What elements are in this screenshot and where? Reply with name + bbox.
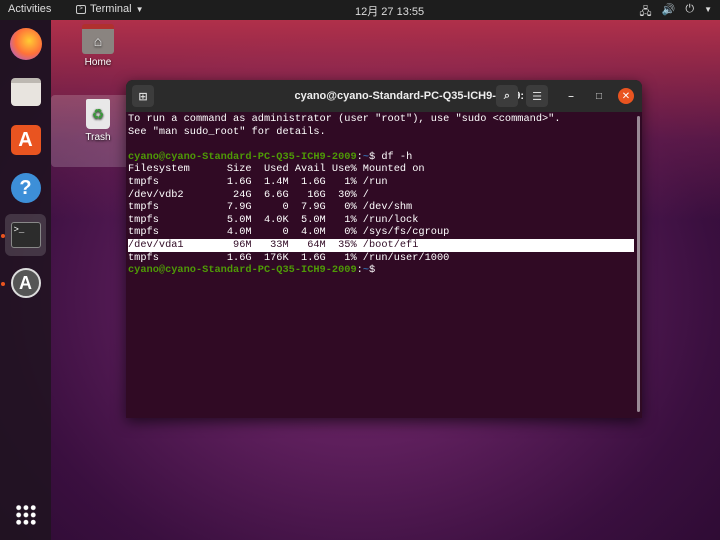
- activities-button[interactable]: Activities: [8, 3, 51, 15]
- clock[interactable]: 12月 27 13:55: [355, 3, 424, 19]
- software-icon: A: [10, 125, 41, 155]
- terminal-output[interactable]: To run a command as administrator (user …: [128, 113, 634, 277]
- show-applications-button[interactable]: [5, 494, 46, 536]
- terminal-icon: >: [76, 4, 86, 14]
- prompt-user: cyano@cyano-Standard-PC-Q35-ICH9-2009: [128, 264, 357, 277]
- table-row: /dev/vdb2 24G 6.6G 16G 30% /: [128, 188, 369, 201]
- table-row: tmpfs 4.0M 0 4.0M 0% /sys/fs/cgroup: [128, 226, 450, 239]
- prompt-dollar: $: [369, 264, 382, 277]
- app-grid-icon: [14, 504, 37, 526]
- files-icon: [10, 78, 41, 106]
- desktop-home-label: Home: [84, 57, 112, 68]
- maximize-button[interactable]: □: [591, 88, 607, 104]
- table-row: tmpfs 5.0M 4.0K 5.0M 1% /run/lock: [128, 213, 419, 226]
- prompt-line: cyano@cyano-Standard-PC-Q35-ICH9-2009:~$…: [128, 151, 634, 164]
- help-icon: ?: [10, 173, 41, 203]
- dock-software-updater[interactable]: A: [5, 262, 46, 304]
- app-menu-label: Terminal: [90, 3, 132, 15]
- title-bar[interactable]: ⊞ cyano@cyano-Standard-PC-Q35-ICH9-2009:…: [126, 80, 642, 112]
- output-line: To run a command as administrator (user …: [128, 113, 561, 125]
- minimize-button[interactable]: –: [563, 88, 579, 104]
- table-row: tmpfs 1.6G 176K 1.6G 1% /run/user/1000: [128, 251, 450, 264]
- top-bar: Activities > Terminal ▼ 12月 27 13:55 🖧 🔊…: [0, 0, 720, 20]
- home-folder-icon: ⌂: [82, 24, 114, 54]
- updater-icon: A: [10, 268, 41, 298]
- minimize-icon: –: [568, 90, 574, 102]
- chevron-down-icon: ▼: [704, 5, 712, 14]
- terminal-window: ⊞ cyano@cyano-Standard-PC-Q35-ICH9-2009:…: [126, 80, 642, 418]
- prompt-user: cyano@cyano-Standard-PC-Q35-ICH9-2009: [128, 150, 357, 163]
- dock: A ? >_ A: [0, 20, 51, 540]
- table-header: Filesystem Size Used Avail Use% Mounted …: [128, 163, 425, 176]
- terminal-icon: >_: [10, 222, 41, 248]
- desktop-home[interactable]: ⌂ Home: [51, 24, 145, 68]
- system-tray[interactable]: 🖧 🔊 ⏻ ▼: [639, 3, 712, 22]
- desktop-trash-label: Trash: [85, 132, 111, 143]
- dock-help[interactable]: ?: [5, 167, 46, 209]
- trash-icon: ♻: [86, 99, 110, 129]
- scrollbar[interactable]: [637, 116, 640, 412]
- table-row: /dev/vda1 96M 33M 64M 35% /boot/efi: [128, 238, 634, 252]
- table-row: tmpfs 7.9G 0 7.9G 0% /dev/shm: [128, 201, 413, 214]
- menu-button[interactable]: ☰: [526, 85, 548, 107]
- hamburger-icon: ☰: [532, 90, 542, 103]
- prompt-dollar: $: [369, 150, 382, 163]
- search-icon: ⌕: [503, 89, 511, 102]
- maximize-icon: □: [595, 90, 603, 102]
- dock-files[interactable]: [5, 71, 46, 113]
- prompt-line: cyano@cyano-Standard-PC-Q35-ICH9-2009:~$: [128, 264, 634, 277]
- output-line: See "man sudo_root" for details.: [128, 125, 326, 138]
- dock-ubuntu-software[interactable]: A: [5, 119, 46, 161]
- table-row: tmpfs 1.6G 1.4M 1.6G 1% /run: [128, 175, 388, 188]
- close-button[interactable]: ✕: [618, 88, 634, 104]
- search-button[interactable]: ⌕: [496, 85, 518, 107]
- dock-firefox[interactable]: [5, 23, 46, 65]
- command: df -h: [381, 150, 413, 163]
- close-icon: ✕: [621, 90, 631, 102]
- network-icon: 🖧: [639, 6, 652, 18]
- dock-terminal[interactable]: >_: [5, 214, 46, 256]
- app-menu[interactable]: > Terminal ▼: [76, 3, 144, 15]
- chevron-down-icon: ▼: [135, 4, 144, 14]
- firefox-icon: [9, 28, 42, 60]
- power-icon: ⏻: [685, 3, 695, 15]
- volume-icon: 🔊: [661, 4, 676, 16]
